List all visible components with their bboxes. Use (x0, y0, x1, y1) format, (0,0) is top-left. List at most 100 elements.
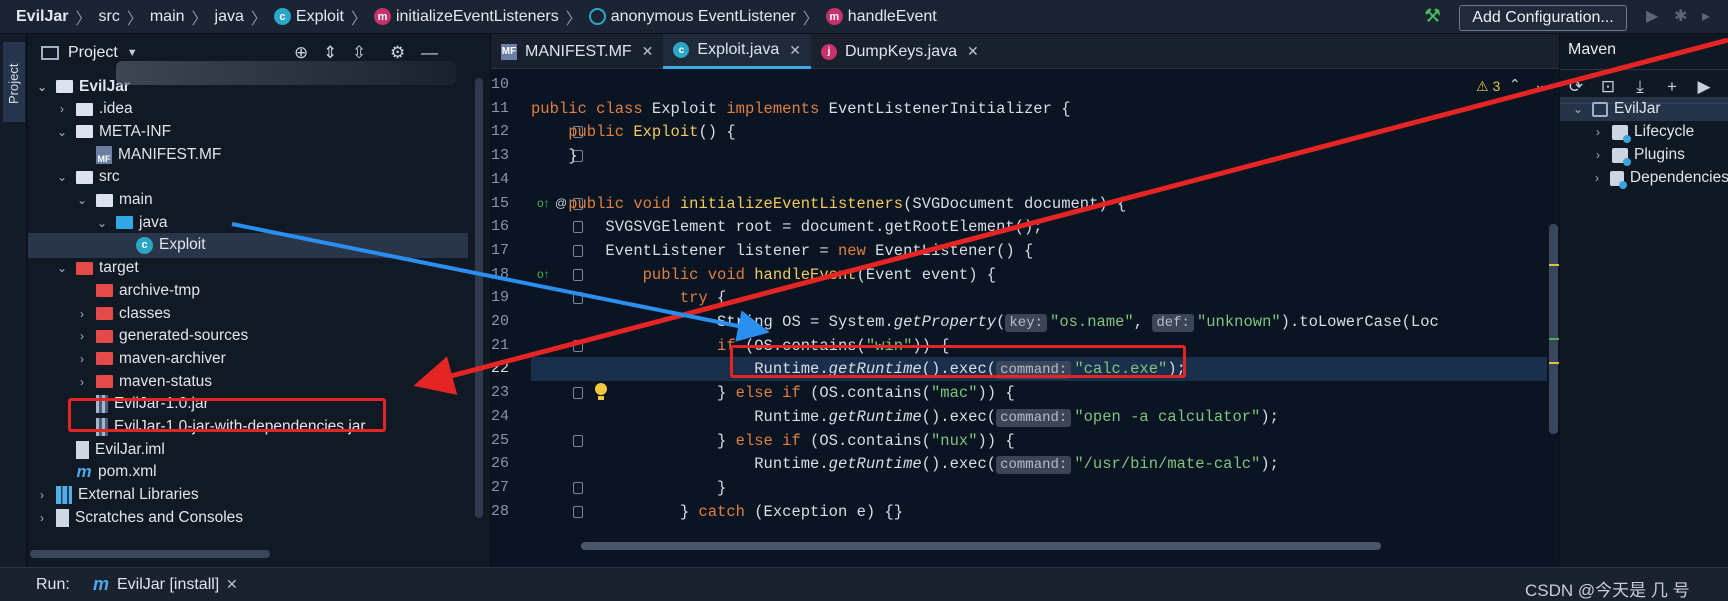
chevron-right-icon: 〉 (191, 10, 208, 28)
horizontal-scrollbar[interactable] (581, 542, 1381, 550)
tree-item[interactable]: ⌄ java (28, 210, 468, 235)
code-token: implements (726, 99, 829, 118)
method-icon: m (373, 8, 391, 25)
run-label: Run: (36, 576, 70, 593)
editor-tab[interactable]: MF MANIFEST.MF ✕ (491, 34, 663, 69)
chevron-right-icon[interactable]: › (1590, 148, 1606, 162)
maven-tree-item[interactable]: › Plugins (1560, 143, 1728, 167)
hide-icon[interactable]: — (421, 44, 438, 62)
chevron-right-icon[interactable]: › (74, 352, 90, 366)
tree-item[interactable]: › .idea (28, 97, 468, 122)
tree-item[interactable]: › classes (28, 301, 468, 326)
tree-item[interactable]: ⌄ META-INF (28, 119, 468, 144)
maven-tree-item[interactable]: › Lifecycle (1560, 120, 1728, 144)
tree-item-label: target (99, 259, 139, 277)
breadcrumb-item[interactable]: anonymous EventListener (588, 8, 796, 26)
code-area[interactable]: public class Exploit implements EventLis… (531, 69, 1547, 547)
chevron-down-icon[interactable]: ⌄ (1570, 102, 1586, 116)
tree-item[interactable]: c Exploit (28, 232, 468, 258)
close-icon[interactable]: ✕ (967, 43, 979, 60)
vertical-scrollbar[interactable] (1549, 224, 1558, 434)
tree-item[interactable]: ⌄ target (28, 256, 468, 281)
tree-item[interactable]: EvilJar.iml (28, 437, 468, 462)
chevron-right-icon[interactable]: › (74, 329, 90, 343)
tree-item[interactable]: › Scratches and Consoles (28, 505, 468, 530)
chevron-down-icon[interactable]: ⌄ (54, 125, 70, 139)
vertical-scrollbar[interactable] (475, 78, 483, 518)
tree-item[interactable]: › External Libraries (28, 483, 468, 508)
folder-icon (116, 216, 133, 230)
chevron-down-icon[interactable]: ⌄ (34, 80, 50, 94)
editor-tab[interactable]: j DumpKeys.java ✕ (811, 34, 989, 69)
breadcrumb-item[interactable]: main (150, 8, 185, 26)
chevron-right-icon[interactable]: › (34, 511, 50, 525)
tree-item[interactable]: m pom.xml (28, 460, 468, 485)
breadcrumb-item[interactable]: m handleEvent (825, 7, 937, 26)
close-icon[interactable]: ✕ (789, 42, 801, 59)
chevron-down-icon[interactable]: ⌄ (54, 261, 70, 275)
breadcrumb-label: handleEvent (847, 7, 937, 25)
close-icon[interactable]: ✕ (642, 43, 654, 60)
reload-icon[interactable]: ⟳ (1560, 77, 1592, 97)
code-token: "/usr/bin/mate-calc" (1074, 455, 1261, 474)
code-token: getRuntime (828, 455, 922, 474)
change-stripe (1549, 338, 1559, 340)
chevron-right-icon[interactable]: › (74, 307, 90, 321)
run-config-tab[interactable]: EvilJar [install] (117, 576, 219, 594)
code-token: Runtime. (531, 407, 829, 426)
chevron-right-icon[interactable]: › (74, 375, 90, 389)
run-goal-icon[interactable]: ▶ (1688, 77, 1720, 97)
breadcrumb-item[interactable]: src (99, 8, 120, 26)
maven-tree-item[interactable]: › Dependencies (1560, 166, 1728, 190)
tree-item-label: generated-sources (119, 327, 249, 345)
chevron-right-icon[interactable]: › (54, 102, 70, 116)
build-hammer-icon[interactable]: ⚒ (1424, 6, 1446, 28)
expand-all-icon[interactable]: ⇕ (323, 44, 337, 62)
class-icon: c (273, 8, 291, 25)
code-token: )) { (977, 431, 1015, 450)
collapse-all-icon[interactable]: ⇳ (352, 44, 366, 62)
download-icon[interactable]: ⤓ (1624, 77, 1656, 97)
gear-icon[interactable]: ⚙ (390, 44, 405, 62)
tree-item[interactable]: ⌄ main (28, 188, 468, 213)
add-configuration-button[interactable]: Add Configuration... (1459, 5, 1627, 31)
locate-icon[interactable]: ⊕ (294, 44, 308, 62)
editor-tab[interactable]: c Exploit.java ✕ (663, 34, 811, 69)
breadcrumb-item[interactable]: c Exploit (273, 8, 344, 26)
coverage-icon[interactable]: ▸ (1702, 6, 1710, 26)
code-token: getRuntime (828, 407, 922, 426)
lightbulb-icon[interactable] (594, 383, 608, 400)
breadcrumb-item[interactable]: java (215, 8, 244, 26)
chevron-down-icon[interactable]: ▼ (127, 47, 138, 59)
code-token: ().exec( (921, 455, 997, 474)
plus-icon[interactable]: + (1656, 77, 1688, 97)
debug-icon[interactable]: ✱ (1674, 6, 1687, 26)
code-token: } (531, 431, 736, 450)
horizontal-scrollbar[interactable] (30, 550, 270, 558)
project-tool-tab[interactable]: Project (3, 42, 25, 122)
chevron-down-icon[interactable]: ⌄ (54, 170, 70, 184)
chevron-right-icon[interactable]: › (1590, 125, 1606, 139)
maven-tree-item[interactable]: ⌄ EvilJar (1560, 97, 1728, 121)
code-token: (Event event) { (856, 265, 997, 284)
chevron-down-icon[interactable]: ⌄ (74, 193, 90, 207)
breadcrumb-item[interactable]: m initializeEventListeners (373, 8, 559, 26)
close-icon[interactable]: ✕ (226, 576, 238, 593)
run-icon[interactable]: ▶ (1646, 6, 1658, 26)
tree-item-label: META-INF (99, 122, 172, 140)
project-panel-title[interactable]: Project (68, 44, 118, 62)
chevron-right-icon[interactable]: › (1590, 171, 1604, 185)
tree-item-label: maven-status (119, 372, 213, 390)
tree-item[interactable]: › maven-archiver (28, 346, 468, 371)
breadcrumb-item[interactable]: EvilJar (16, 8, 68, 26)
tree-item[interactable]: › maven-status (28, 369, 468, 394)
code-token: ().exec( (921, 407, 997, 426)
tree-item[interactable]: archive-tmp (28, 278, 468, 303)
chevron-right-icon[interactable]: › (34, 488, 50, 502)
tree-item[interactable]: › generated-sources (28, 324, 468, 349)
tree-item[interactable]: ⌄ src (28, 165, 468, 190)
tree-item[interactable]: MF MANIFEST.MF (28, 142, 468, 167)
generate-sources-icon[interactable]: ⊡ (1592, 77, 1624, 97)
chevron-down-icon[interactable]: ⌄ (94, 216, 110, 230)
